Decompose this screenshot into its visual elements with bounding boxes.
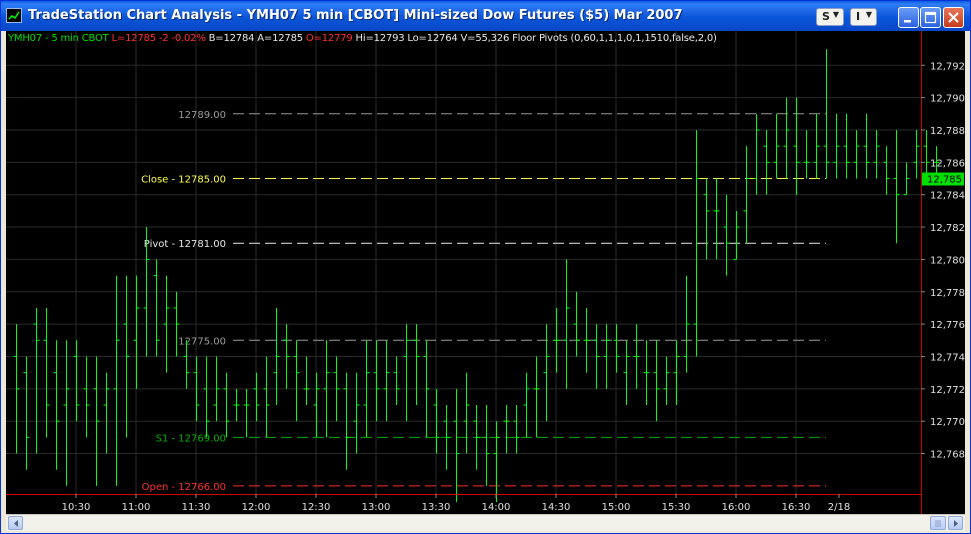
x-tick-label: 12:00 [242, 502, 271, 513]
horizontal-scrollbar[interactable] [6, 514, 965, 531]
close-icon [948, 12, 959, 23]
grip-icon [935, 520, 941, 527]
y-tick-label: 12,782 [930, 223, 965, 234]
status-ask: A=12785 [257, 33, 303, 44]
scroll-thumb[interactable] [930, 516, 946, 530]
pivot-label: S1 - 12769.00 [156, 433, 226, 444]
x-tick-label: 15:30 [662, 502, 691, 513]
pivot-label: Close - 12785.00 [141, 175, 226, 186]
pivot-label: 12789.00 [178, 110, 226, 121]
y-tick-label: 12,784 [930, 191, 965, 202]
arrow-right-icon [954, 520, 958, 527]
chart-window: TradeStation Chart Analysis - YMH07 5 mi… [0, 0, 971, 534]
s-dropdown-button[interactable]: S ▼ [816, 8, 844, 26]
i-dropdown-button[interactable]: I ▼ [850, 8, 877, 26]
y-tick-label: 12,770 [930, 417, 965, 428]
y-tick-label: 12,790 [930, 94, 965, 105]
price-chart[interactable]: 12789.00 Close - 12785.00 Pivot - 12781.00… [6, 31, 965, 514]
status-bid: B=12784 [208, 33, 255, 44]
pivot-label: Open - 12766.00 [142, 482, 226, 493]
pivot-label: 12775.00 [178, 336, 226, 347]
pivot-label: Pivot - 12781.00 [144, 239, 226, 250]
x-tick-label: 11:00 [122, 502, 151, 513]
status-last: L=12785 -2 -0.02% [111, 33, 206, 44]
arrow-left-icon [14, 520, 18, 527]
x-tick-label: 2/18 [828, 502, 850, 513]
chart-area[interactable]: 12789.00 Close - 12785.00 Pivot - 12781.00… [6, 31, 965, 514]
maximize-button[interactable] [920, 7, 941, 28]
x-tick-label: 14:30 [542, 502, 571, 513]
scroll-right-button[interactable] [948, 516, 963, 530]
y-tick-label: 12,772 [930, 385, 965, 396]
y-tick-label: 12,780 [930, 255, 965, 266]
status-symbol: YMH07 - 5 min CBOT [8, 33, 109, 44]
window-title: TradeStation Chart Analysis - YMH07 5 mi… [28, 8, 683, 23]
title-bar[interactable]: TradeStation Chart Analysis - YMH07 5 mi… [1, 1, 970, 31]
tradestation-app-icon [6, 8, 22, 23]
status-open: O=12779 [305, 33, 353, 44]
x-tick-label: 16:00 [722, 502, 751, 513]
chevron-down-icon: ▼ [865, 10, 872, 19]
y-tick-label: 12,778 [930, 288, 965, 299]
x-tick-label: 12:30 [302, 502, 331, 513]
y-tick-label: 12,792 [930, 61, 965, 72]
x-tick-label: 10:30 [62, 502, 91, 513]
y-tick-label: 12,768 [930, 450, 965, 461]
y-tick-label: 12,774 [930, 352, 965, 363]
i-button-label: I [856, 10, 861, 23]
close-button[interactable] [943, 7, 964, 28]
y-tick-label: 12,786 [930, 158, 965, 169]
scroll-left-button[interactable] [8, 516, 23, 530]
x-tick-label: 13:00 [362, 502, 391, 513]
last-price-tag: 12,785 [927, 175, 962, 186]
status-line: YMH07 - 5 min CBOT L=12785 -2 -0.02% B=1… [8, 33, 717, 44]
x-tick-label: 13:30 [422, 502, 451, 513]
s-button-label: S [822, 10, 830, 23]
x-tick-label: 15:00 [602, 502, 631, 513]
x-tick-label: 16:30 [782, 502, 811, 513]
status-rest: Hi=12793 Lo=12764 V=55,326 Floor Pivots … [355, 33, 717, 44]
x-tick-label: 11:30 [182, 502, 211, 513]
x-tick-label: 14:00 [482, 502, 511, 513]
chevron-down-icon: ▼ [832, 10, 839, 19]
minimize-button[interactable] [898, 7, 919, 28]
minimize-icon [904, 20, 911, 23]
maximize-icon [924, 11, 937, 24]
y-tick-label: 12,788 [930, 126, 965, 137]
y-tick-label: 12,776 [930, 320, 965, 331]
